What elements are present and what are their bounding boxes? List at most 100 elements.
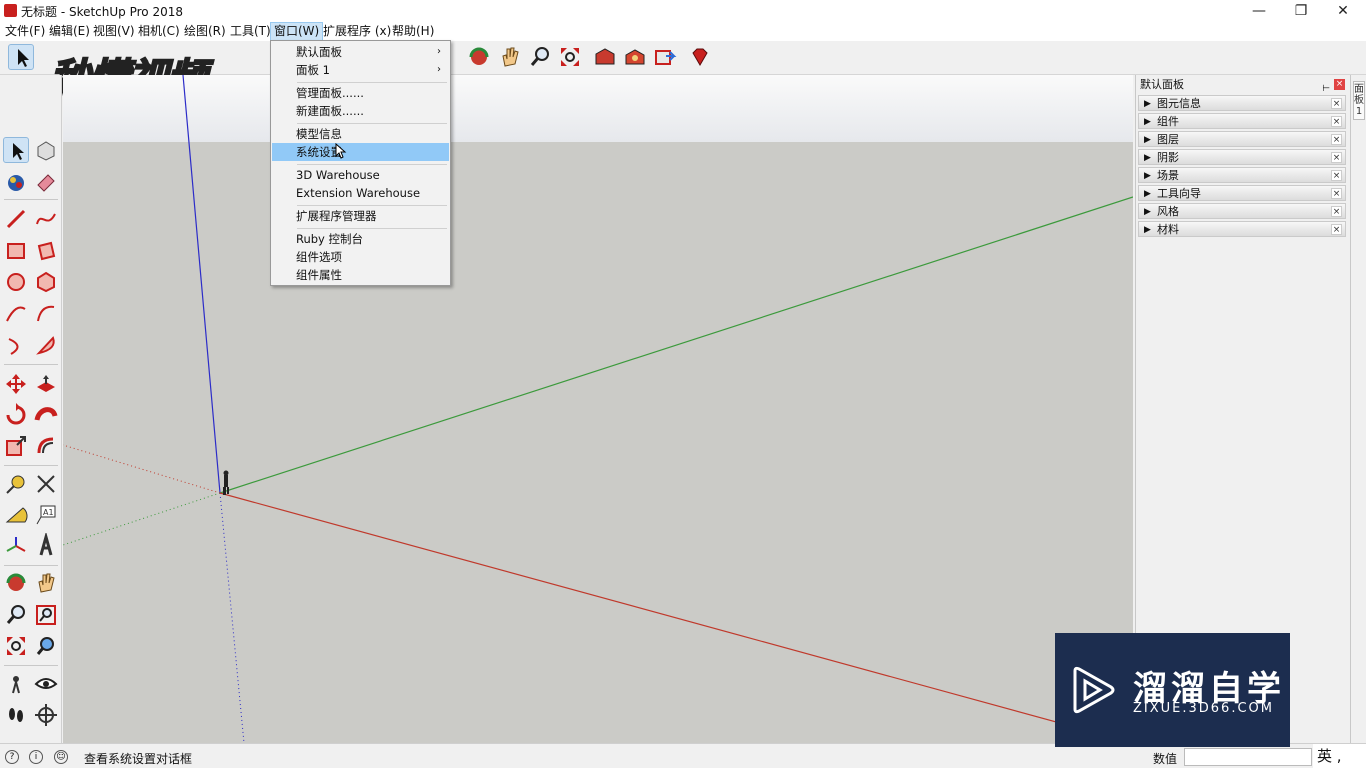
panel-close-icon[interactable]: × [1331,152,1342,163]
menu-file[interactable]: 文件(F) [2,22,48,41]
zoom-extents-button[interactable] [557,44,583,70]
panel-layers[interactable]: ▶ 图层 × [1138,131,1346,147]
polygon-icon [37,271,55,293]
user-icon[interactable]: ☺ [54,750,68,764]
3d-text-tool[interactable] [33,531,59,559]
menu-tools[interactable]: 工具(T) [227,22,274,41]
menu-item-preferences[interactable]: 系统设置 [272,143,449,161]
menu-view[interactable]: 视图(V) [90,22,138,41]
panel-close-icon[interactable]: × [1331,188,1342,199]
pie-tool[interactable] [33,333,59,359]
tray-header: 默认面板 ⊢ × [1136,75,1348,95]
panel-close-icon[interactable]: × [1331,116,1342,127]
look-around-tool[interactable] [33,671,59,697]
menu-edit[interactable]: 编辑(E) [46,22,93,41]
panel-entity-info[interactable]: ▶ 图元信息 × [1138,95,1346,111]
site-logo-overlay: 溜溜自学 ZIXUE.3D66.COM [1055,633,1290,747]
menu-draw[interactable]: 绘图(R) [181,22,229,41]
credits-icon[interactable]: i [29,750,43,764]
menu-item-component-attributes[interactable]: 组件属性 [272,266,449,284]
polygon-tool[interactable] [33,269,59,295]
panel-materials[interactable]: ▶ 材料 × [1138,221,1346,237]
green-axis-negative [63,492,221,546]
rectangle-tool[interactable] [3,238,29,264]
follow-me-tool[interactable] [33,402,59,428]
tape-measure-tool[interactable] [3,471,29,497]
panel-scenes[interactable]: ▶ 场景 × [1138,167,1346,183]
menu-item-default-tray[interactable]: 默认面板 › [272,43,449,61]
freehand-tool[interactable] [33,206,59,232]
zoom-extents-tool[interactable] [3,633,29,659]
protractor-tool[interactable] [3,502,29,528]
panel-close-icon[interactable]: × [1331,206,1342,217]
panel-close-icon[interactable]: × [1331,134,1342,145]
panel-shadows[interactable]: ▶ 阴影 × [1138,149,1346,165]
move-tool[interactable] [3,371,29,397]
extension-warehouse-button[interactable] [687,44,713,70]
panel-close-icon[interactable]: × [1331,98,1342,109]
minimize-button[interactable]: — [1238,0,1280,22]
paint-bucket-tool[interactable] [3,169,29,195]
side-tab-panel-1[interactable]: 面板 1 [1353,81,1365,120]
menu-item-manage-trays[interactable]: 管理面板...... [272,84,449,102]
section-plane-tool[interactable] [33,702,59,728]
pan-tool-button[interactable] [497,44,523,70]
menu-window[interactable]: 窗口(W) [270,22,324,41]
arc-tool[interactable] [3,301,29,327]
rotated-rectangle-tool[interactable] [33,238,59,264]
modeling-viewport[interactable] [63,75,1133,743]
circle-icon [7,273,25,291]
menu-item-component-options[interactable]: 组件选项 [272,248,449,266]
scale-tool[interactable] [3,433,29,459]
orbit-tool[interactable] [3,570,29,596]
measurements-input[interactable] [1184,748,1312,766]
line-tool[interactable] [3,206,29,232]
tray-close-button[interactable]: × [1334,79,1345,90]
menu-camera[interactable]: 相机(C) [135,22,183,41]
circle-tool[interactable] [3,269,29,295]
zoom-window-tool[interactable] [33,602,59,628]
three-point-arc-tool[interactable] [3,333,29,359]
select-tool[interactable] [3,137,29,163]
eraser-tool[interactable] [33,169,59,195]
panel-components[interactable]: ▶ 组件 × [1138,113,1346,129]
zoom-tool[interactable] [3,602,29,628]
position-camera-tool[interactable] [3,671,29,697]
menu-item-ruby-console[interactable]: Ruby 控制台 [272,230,449,248]
previous-view-tool[interactable] [33,633,59,659]
panel-styles[interactable]: ▶ 风格 × [1138,203,1346,219]
pan-tool[interactable] [33,570,59,596]
select-tool-button[interactable] [8,44,34,70]
menu-help[interactable]: 帮助(H) [389,22,437,41]
panel-close-icon[interactable]: × [1331,170,1342,181]
panel-close-icon[interactable]: × [1331,224,1342,235]
geolocation-icon[interactable]: ? [5,750,19,764]
menu-item-extension-warehouse[interactable]: Extension Warehouse [272,184,449,202]
zoom-tool-button[interactable] [527,44,553,70]
walk-tool[interactable] [3,702,29,728]
share-model-button[interactable] [652,44,678,70]
make-component-tool[interactable] [33,137,59,163]
rotate-tool[interactable] [3,402,29,428]
text-tool[interactable]: A1 [33,502,59,528]
push-pull-tool[interactable] [33,371,59,397]
close-button[interactable]: ✕ [1322,0,1364,22]
share-component-button[interactable] [622,44,648,70]
menu-item-3d-warehouse[interactable]: 3D Warehouse [272,166,449,184]
orbit-tool-button[interactable] [466,44,492,70]
ime-indicator[interactable]: 英 , [1313,744,1366,768]
component-icon [37,141,55,161]
panel-instructor[interactable]: ▶ 工具向导 × [1138,185,1346,201]
menu-item-tray-1[interactable]: 面板 1 › [272,61,449,79]
menu-item-extension-manager[interactable]: 扩展程序管理器 [272,207,449,225]
offset-tool[interactable] [33,433,59,459]
two-point-arc-tool[interactable] [33,301,59,327]
menu-extensions[interactable]: 扩展程序 (x) [320,22,394,41]
dimension-tool[interactable] [33,471,59,497]
menu-item-model-info[interactable]: 模型信息 [272,125,449,143]
axes-tool[interactable] [3,533,29,559]
3d-warehouse-button[interactable] [592,44,618,70]
expand-triangle-icon: ▶ [1144,225,1151,235]
restore-button[interactable]: ❐ [1280,0,1322,22]
menu-item-new-tray[interactable]: 新建面板...... [272,102,449,120]
